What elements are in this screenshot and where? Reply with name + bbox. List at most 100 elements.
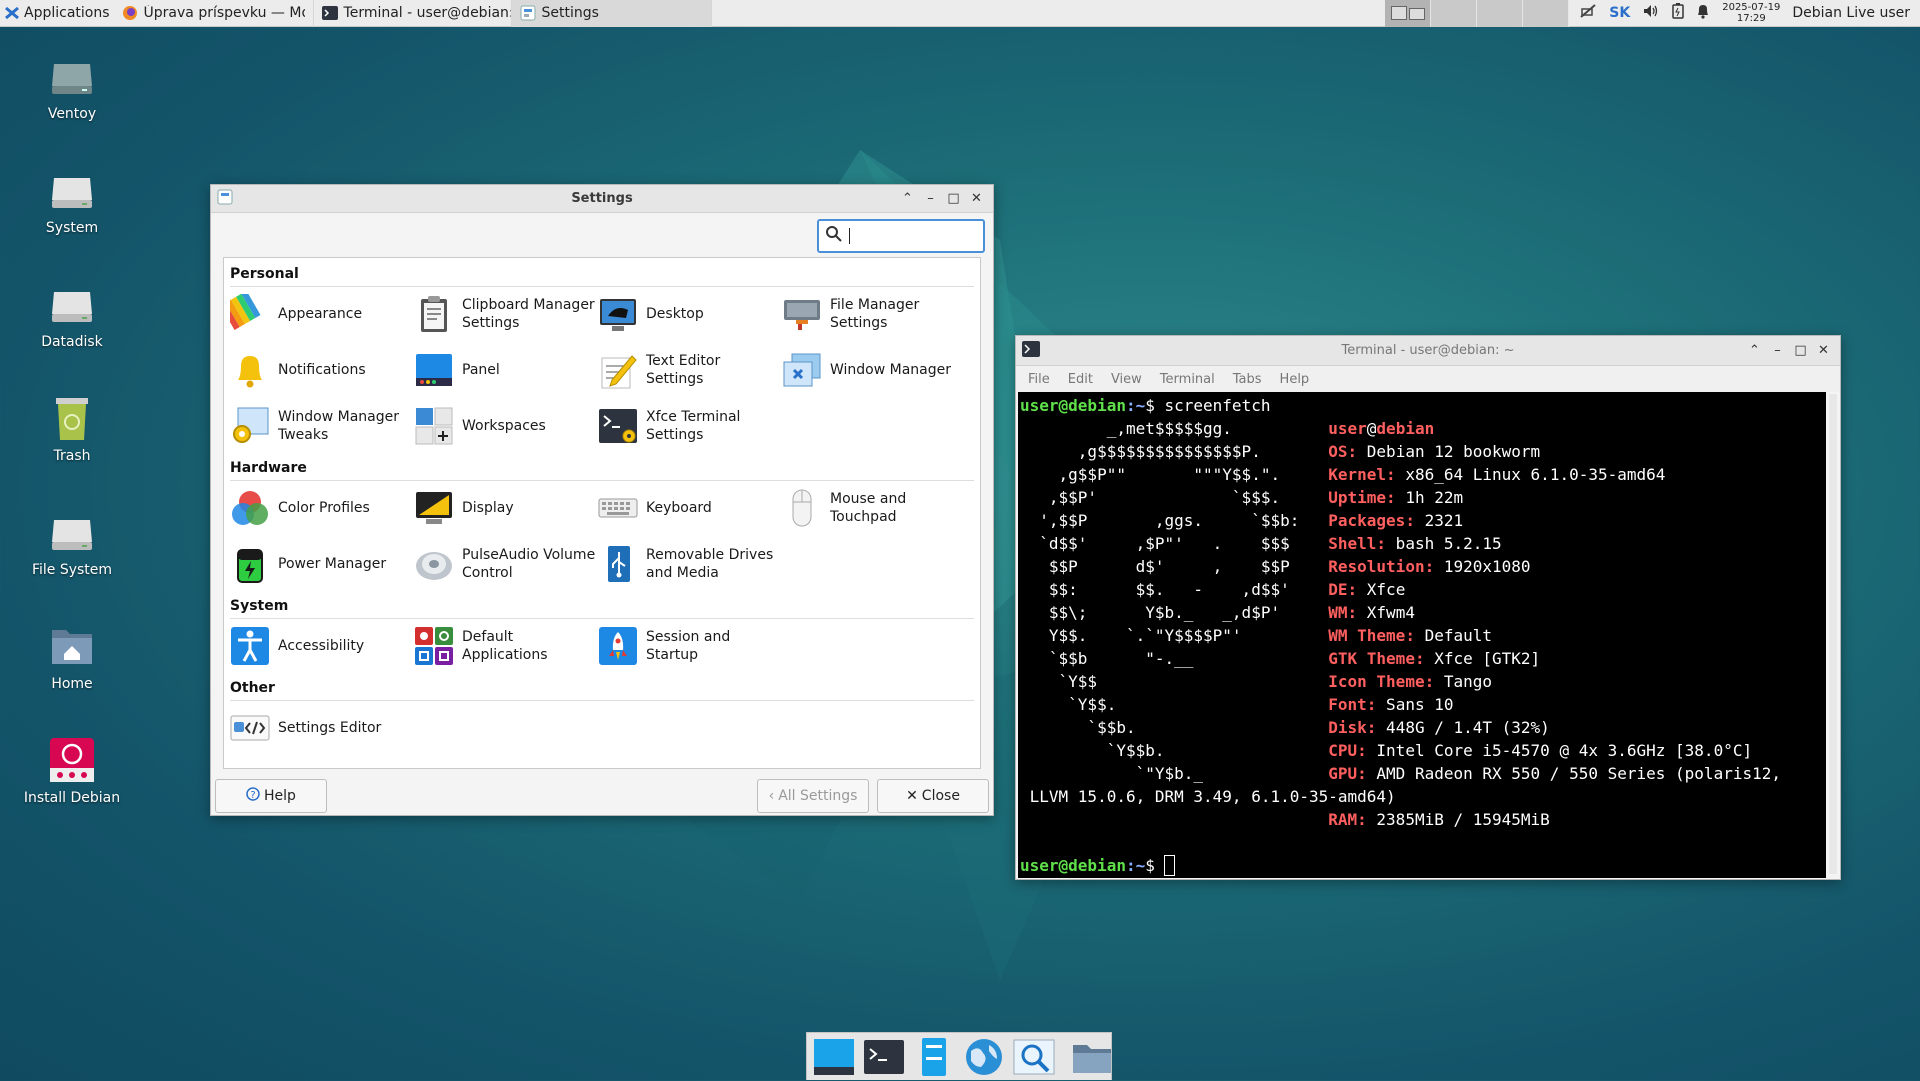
info-value: 1h 22m: [1395, 488, 1464, 507]
file-manager-icon[interactable]: [913, 1037, 955, 1077]
settings-item-accessibility[interactable]: Accessibility: [230, 620, 414, 672]
prompt-user: user@debian: [1020, 856, 1126, 875]
settings-item-window-manager[interactable]: Window Manager: [782, 344, 966, 396]
settings-item-display[interactable]: Display: [414, 482, 598, 534]
settings-item-color-profiles[interactable]: Color Profiles: [230, 482, 414, 534]
menu-file[interactable]: File: [1028, 372, 1050, 387]
app-finder-icon[interactable]: [1013, 1037, 1055, 1077]
task-label: Terminal - user@debian: ~: [343, 5, 512, 21]
desktop-icon-datadisk[interactable]: Datadisk: [12, 280, 132, 350]
folder-icon[interactable]: [1071, 1037, 1113, 1077]
settings-item-notifications[interactable]: Notifications: [230, 344, 414, 396]
close-label: Close: [921, 788, 960, 804]
desktop-icon-trash[interactable]: Trash: [12, 394, 132, 464]
logo-line: ,$$P' `$$$.: [1020, 488, 1329, 507]
task-settings[interactable]: Settings: [511, 0, 712, 27]
logo-line: `$$b.: [1020, 718, 1329, 737]
settings-search[interactable]: [817, 219, 985, 253]
help-button[interactable]: ? Help: [215, 779, 327, 813]
minimize-button[interactable]: –: [1769, 342, 1786, 359]
info-value: Sans 10: [1376, 695, 1454, 714]
shade-button[interactable]: ⌃: [899, 190, 916, 207]
clock[interactable]: 2025-07-19 17:29: [1722, 2, 1780, 24]
desktop-icon-filesystem[interactable]: File System: [12, 508, 132, 578]
keyboard-layout-indicator[interactable]: SK: [1609, 5, 1630, 21]
desktop-icon-system[interactable]: System: [12, 166, 132, 236]
close-window-button[interactable]: ✕: [968, 190, 985, 207]
settings-item-appearance[interactable]: Appearance: [220, 288, 414, 340]
info-key: WM:: [1328, 603, 1358, 622]
clock-date: 2025-07-19: [1722, 2, 1781, 13]
logo-line: _,met$$$$$gg.: [1020, 419, 1329, 438]
info-value: Intel Core i5-4570 @ 4x 3.6GHz [38.0°C]: [1366, 741, 1753, 760]
workspace-2[interactable]: [1431, 0, 1478, 27]
settings-item-default-applications[interactable]: Default Applications: [414, 620, 598, 672]
menu-edit[interactable]: Edit: [1068, 372, 1093, 387]
settings-item-desktop[interactable]: Desktop: [598, 288, 782, 340]
web-browser-icon[interactable]: [963, 1037, 1005, 1077]
settings-item-power-manager[interactable]: Power Manager: [230, 538, 414, 590]
info-at: @: [1366, 419, 1377, 438]
maximize-button[interactable]: □: [1792, 342, 1809, 359]
desktop-icon-home[interactable]: Home: [12, 622, 132, 692]
task-terminal[interactable]: Terminal - user@debian: ~: [314, 0, 512, 27]
notification-bell-icon[interactable]: [1696, 3, 1710, 23]
terminal-scrollbar[interactable]: [1829, 394, 1837, 874]
settings-item-removable-drives[interactable]: Removable Drives and Media: [598, 538, 782, 590]
settings-item-settings-editor[interactable]: Settings Editor: [230, 702, 414, 754]
settings-item-workspaces[interactable]: Workspaces: [414, 400, 598, 452]
minimize-button[interactable]: –: [922, 190, 939, 207]
settings-item-session-startup[interactable]: Session and Startup: [598, 620, 782, 672]
bottom-dock: [806, 1032, 1112, 1080]
xfce-logo-icon: [4, 5, 20, 21]
info-key: Disk:: [1328, 718, 1377, 737]
info-key: OS:: [1328, 442, 1358, 461]
color-profiles-icon: [230, 488, 270, 528]
close-window-button[interactable]: ✕: [1815, 342, 1832, 359]
menu-view[interactable]: View: [1111, 372, 1142, 387]
settings-item-pulseaudio[interactable]: PulseAudio Volume Control: [414, 538, 598, 590]
settings-item-text-editor[interactable]: Text Editor Settings: [598, 344, 782, 396]
user-menu[interactable]: Debian Live user: [1792, 5, 1910, 21]
applications-menu[interactable]: Applications: [0, 0, 114, 27]
shade-button[interactable]: ⌃: [1746, 342, 1763, 359]
maximize-button[interactable]: □: [945, 190, 962, 207]
show-desktop-icon[interactable]: [813, 1037, 855, 1077]
settings-item-keyboard[interactable]: Keyboard: [598, 482, 782, 534]
task-firefox[interactable]: Úprava príspevku — Mozil...: [114, 0, 314, 27]
info-value: 1920x1080: [1434, 557, 1531, 576]
battery-icon[interactable]: [1672, 3, 1684, 23]
settings-item-label: Window Manager: [830, 362, 952, 378]
workspace-4[interactable]: [1523, 0, 1570, 27]
info-value: 2385MiB / 15945MiB: [1366, 810, 1550, 829]
close-button[interactable]: ✕ Close: [877, 779, 989, 813]
settings-item-wm-tweaks[interactable]: Window Manager Tweaks: [230, 400, 414, 452]
settings-item-mouse[interactable]: Mouse and Touchpad: [782, 482, 966, 534]
settings-item-terminal-settings[interactable]: Xfce Terminal Settings: [598, 400, 782, 452]
desktop-icon-ventoy[interactable]: Ventoy: [12, 52, 132, 122]
workspace-1[interactable]: [1385, 0, 1432, 27]
menu-tabs[interactable]: Tabs: [1233, 372, 1262, 387]
workspace-3[interactable]: [1477, 0, 1524, 27]
search-input[interactable]: [847, 227, 977, 245]
network-icon[interactable]: [1579, 3, 1597, 23]
terminal-line: $$: $$. - ,d$$' DE: Xfce: [1020, 578, 1824, 601]
terminal-output[interactable]: user@debian:~$ screenfetch _,met$$$$$gg.…: [1018, 392, 1826, 878]
menu-terminal[interactable]: Terminal: [1160, 372, 1215, 387]
settings-item-clipboard-manager[interactable]: Clipboard Manager Settings: [414, 288, 598, 340]
logo-line: $$: $$. - ,d$$': [1020, 580, 1329, 599]
debian-installer-icon: [48, 736, 96, 784]
terminal-titlebar[interactable]: Terminal - user@debian: ~ ⌃ – □ ✕: [1016, 336, 1840, 366]
terminal-icon[interactable]: [863, 1037, 905, 1077]
desktop-icon-install-debian[interactable]: Install Debian: [12, 736, 132, 806]
terminal-line: $$P d$' , $$P Resolution: 1920x1080: [1020, 555, 1824, 578]
settings-item-panel[interactable]: Panel: [414, 344, 598, 396]
menu-help[interactable]: Help: [1280, 372, 1310, 387]
all-settings-button[interactable]: ‹ All Settings: [757, 779, 869, 813]
settings-item-file-manager[interactable]: File Manager Settings: [782, 288, 966, 340]
accessibility-icon: [230, 626, 270, 666]
volume-icon[interactable]: [1642, 3, 1660, 23]
logo-line: `$$b "-.__: [1020, 649, 1329, 668]
settings-titlebar[interactable]: Settings ⌃ – □ ✕: [211, 185, 993, 213]
info-user: user: [1328, 419, 1367, 438]
